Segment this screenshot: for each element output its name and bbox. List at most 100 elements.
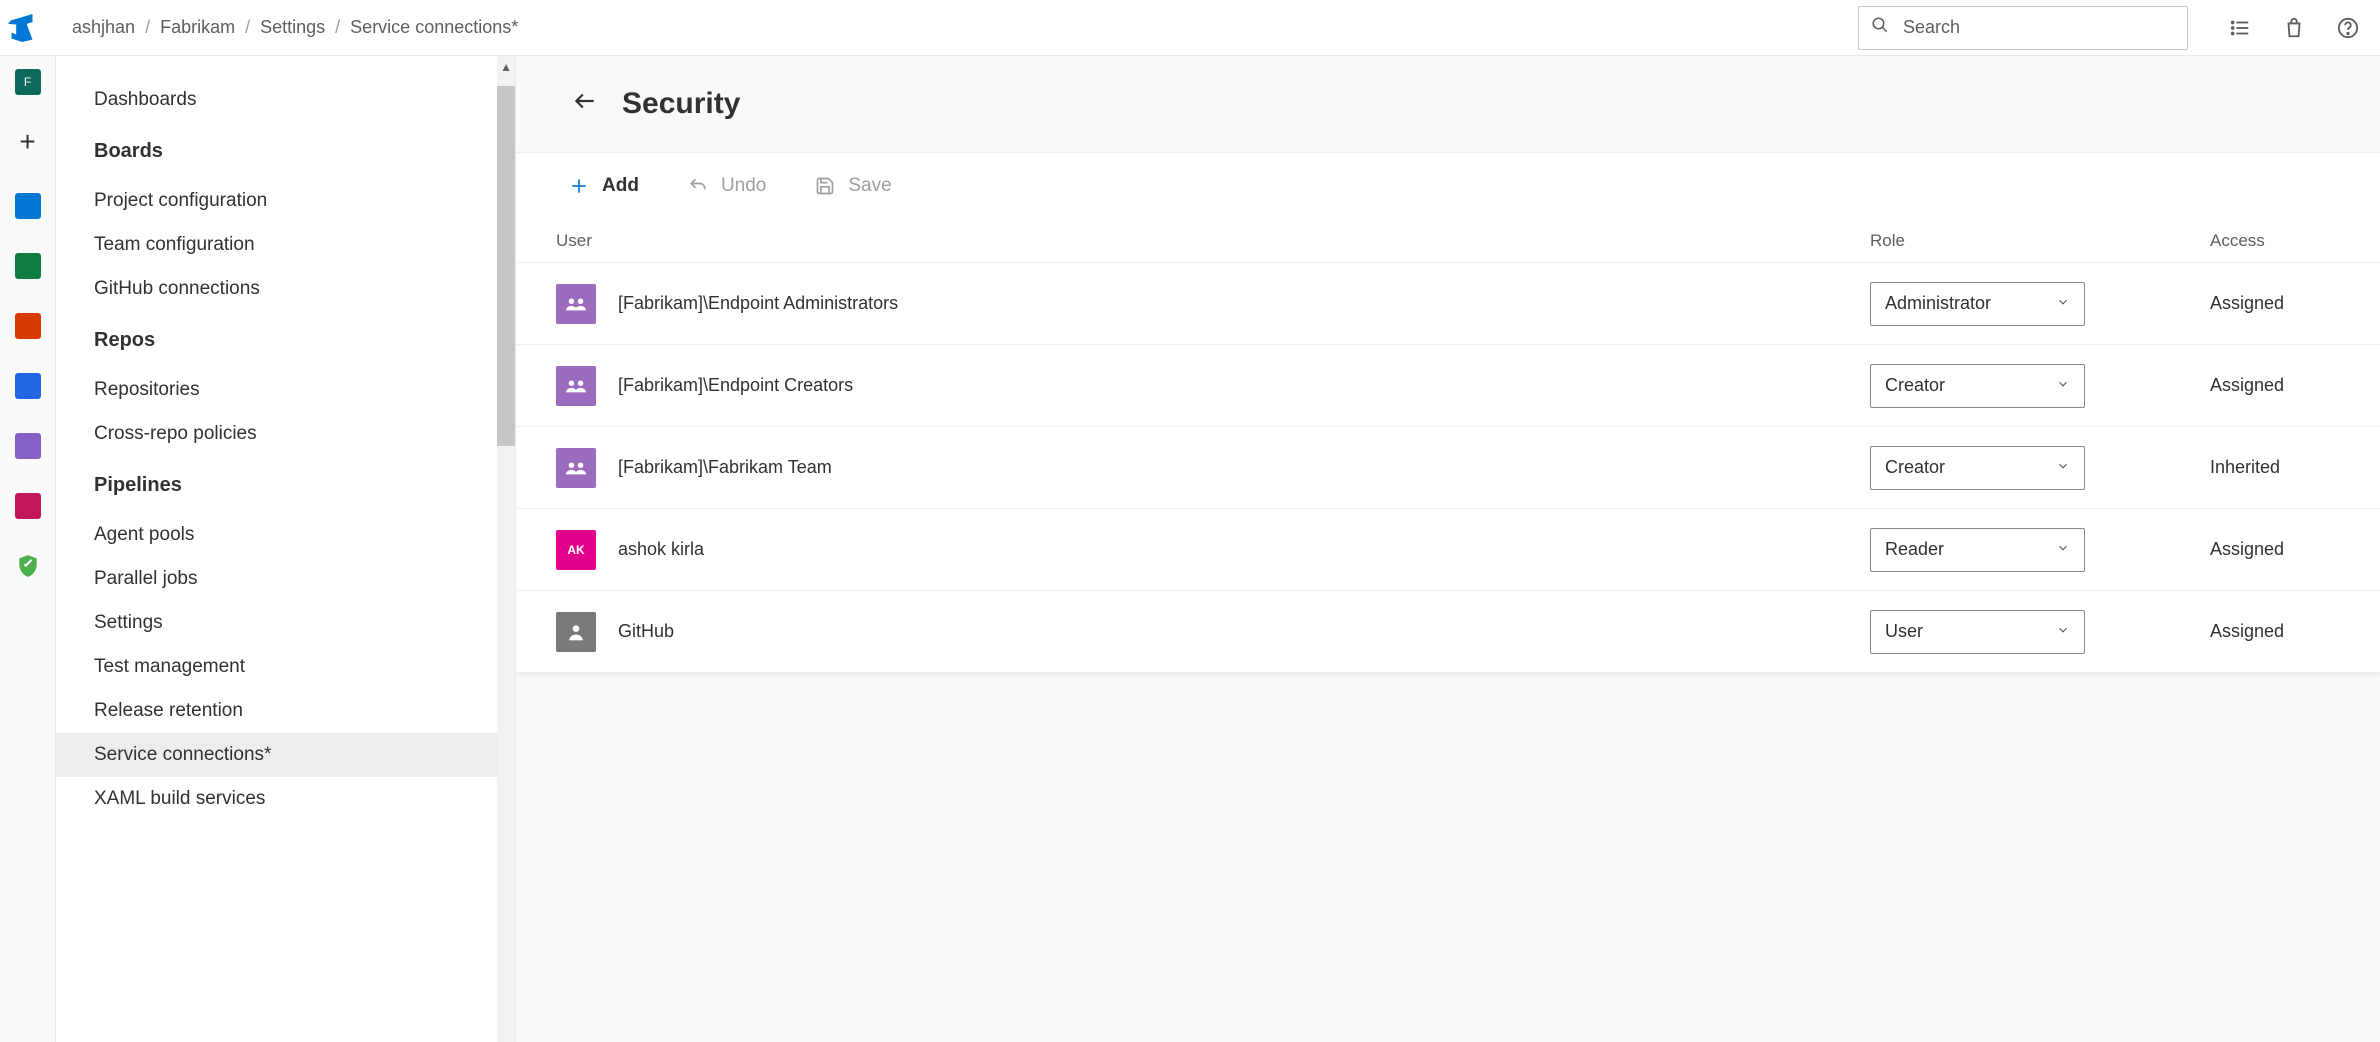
sidebar-item-cross-repo-policies[interactable]: Cross-repo policies (56, 412, 515, 456)
rail-extension-icon[interactable] (12, 490, 44, 522)
chevron-down-icon (2056, 457, 2070, 478)
sidebar-item-xaml-build-services[interactable]: XAML build services (56, 777, 515, 821)
user-name: GitHub (618, 621, 674, 642)
security-card: Add Undo Save User (516, 152, 2380, 673)
sidebar-section-repos: Repos (56, 311, 515, 368)
role-select[interactable]: Creator (1870, 446, 2085, 490)
role-value: Reader (1885, 539, 1944, 560)
role-select[interactable]: User (1870, 610, 2085, 654)
breadcrumb-item[interactable]: ashjhan (72, 17, 135, 38)
header-access: Access (2210, 231, 2340, 251)
sidebar-item-parallel-jobs[interactable]: Parallel jobs (56, 557, 515, 601)
sidebar-item-github-connections[interactable]: GitHub connections (56, 267, 515, 311)
plus-icon (568, 175, 590, 197)
role-select[interactable]: Reader (1870, 528, 2085, 572)
rail-boards-icon[interactable] (12, 190, 44, 222)
access-value: Assigned (2210, 293, 2340, 314)
header: ashjhan / Fabrikam / Settings / Service … (0, 0, 2380, 56)
save-button-label: Save (848, 175, 891, 197)
breadcrumb-item[interactable]: Fabrikam (160, 17, 235, 38)
table-row[interactable]: AK ashok kirla Reader Assigned (516, 509, 2380, 591)
role-select[interactable]: Creator (1870, 364, 2085, 408)
table-row[interactable]: [Fabrikam]\Endpoint Creators Creator Ass… (516, 345, 2380, 427)
service-avatar-icon (556, 612, 596, 652)
sidebar-item-release-retention[interactable]: Release retention (56, 689, 515, 733)
undo-button: Undo (687, 175, 766, 197)
rail-artifacts-icon[interactable] (12, 430, 44, 462)
chevron-down-icon (2056, 293, 2070, 314)
user-name: [Fabrikam]\Endpoint Creators (618, 375, 853, 396)
chevron-down-icon (2056, 621, 2070, 642)
security-table: User Role Access [Fabrikam]\Endpoint Adm… (516, 219, 2380, 673)
sidebar-item-dashboards[interactable]: Dashboards (56, 78, 515, 122)
chevron-down-icon (2056, 539, 2070, 560)
role-value: Creator (1885, 457, 1945, 478)
header-role: Role (1870, 231, 2210, 251)
undo-icon (687, 175, 709, 197)
role-value: Creator (1885, 375, 1945, 396)
search-icon (1871, 16, 1889, 39)
breadcrumb: ashjhan / Fabrikam / Settings / Service … (72, 17, 518, 38)
back-arrow-icon[interactable] (572, 88, 598, 121)
rail-repos-icon[interactable] (12, 250, 44, 282)
header-action-icons (2228, 16, 2360, 40)
rail-security-icon[interactable] (12, 550, 44, 582)
role-value: User (1885, 621, 1923, 642)
role-value: Administrator (1885, 293, 1991, 314)
page-title: Security (622, 87, 740, 121)
breadcrumb-item[interactable]: Settings (260, 17, 325, 38)
access-value: Assigned (2210, 375, 2340, 396)
group-avatar-icon (556, 284, 596, 324)
table-row[interactable]: [Fabrikam]\Fabrikam Team Creator Inherit… (516, 427, 2380, 509)
chevron-down-icon (2056, 375, 2070, 396)
project-icon-rail: F + (0, 56, 56, 1042)
breadcrumb-item[interactable]: Service connections* (350, 17, 518, 38)
access-value: Assigned (2210, 621, 2340, 642)
header-user: User (556, 231, 1870, 251)
breadcrumb-separator: / (145, 17, 150, 38)
add-button[interactable]: Add (568, 175, 639, 197)
sidebar-item-test-management[interactable]: Test management (56, 645, 515, 689)
sidebar-scrollbar-thumb[interactable] (497, 86, 515, 446)
breadcrumb-separator: / (245, 17, 250, 38)
sidebar-section-pipelines: Pipelines (56, 456, 515, 513)
sidebar-item-team-configuration[interactable]: Team configuration (56, 223, 515, 267)
rail-testplans-icon[interactable] (12, 370, 44, 402)
user-name: ashok kirla (618, 539, 704, 560)
sidebar-scroll-up-icon[interactable]: ▲ (500, 60, 512, 74)
table-row[interactable]: GitHub User Assigned (516, 591, 2380, 673)
table-header: User Role Access (516, 219, 2380, 263)
page-titlebar: Security (516, 56, 2380, 152)
sidebar-section-boards: Boards (56, 122, 515, 179)
sidebar-item-repositories[interactable]: Repositories (56, 368, 515, 412)
undo-button-label: Undo (721, 175, 766, 197)
sidebar-item-agent-pools[interactable]: Agent pools (56, 513, 515, 557)
main-content: Security Add Undo (516, 56, 2380, 1042)
table-row[interactable]: [Fabrikam]\Endpoint Administrators Admin… (516, 263, 2380, 345)
sidebar-item-project-configuration[interactable]: Project configuration (56, 179, 515, 223)
save-icon (814, 175, 836, 197)
group-avatar-icon (556, 366, 596, 406)
sidebar-item-settings[interactable]: Settings (56, 601, 515, 645)
group-avatar-icon (556, 448, 596, 488)
sidebar-item-service-connections[interactable]: Service connections* (56, 733, 515, 777)
azure-devops-logo-icon[interactable] (8, 14, 36, 42)
breadcrumb-separator: / (335, 17, 340, 38)
list-icon[interactable] (2228, 16, 2252, 40)
save-button: Save (814, 175, 891, 197)
marketplace-icon[interactable] (2282, 16, 2306, 40)
help-icon[interactable] (2336, 16, 2360, 40)
add-button-label: Add (602, 175, 639, 197)
search-box[interactable] (1858, 6, 2188, 50)
rail-pipelines-icon[interactable] (12, 310, 44, 342)
access-value: Assigned (2210, 539, 2340, 560)
role-select[interactable]: Administrator (1870, 282, 2085, 326)
user-name: [Fabrikam]\Endpoint Administrators (618, 293, 898, 314)
user-avatar-icon: AK (556, 530, 596, 570)
user-name: [Fabrikam]\Fabrikam Team (618, 457, 832, 478)
search-input[interactable] (1903, 17, 2175, 38)
access-value: Inherited (2210, 457, 2340, 478)
rail-project-avatar[interactable]: F (12, 66, 44, 98)
security-toolbar: Add Undo Save (516, 153, 2380, 219)
rail-add-icon[interactable]: + (12, 126, 44, 158)
